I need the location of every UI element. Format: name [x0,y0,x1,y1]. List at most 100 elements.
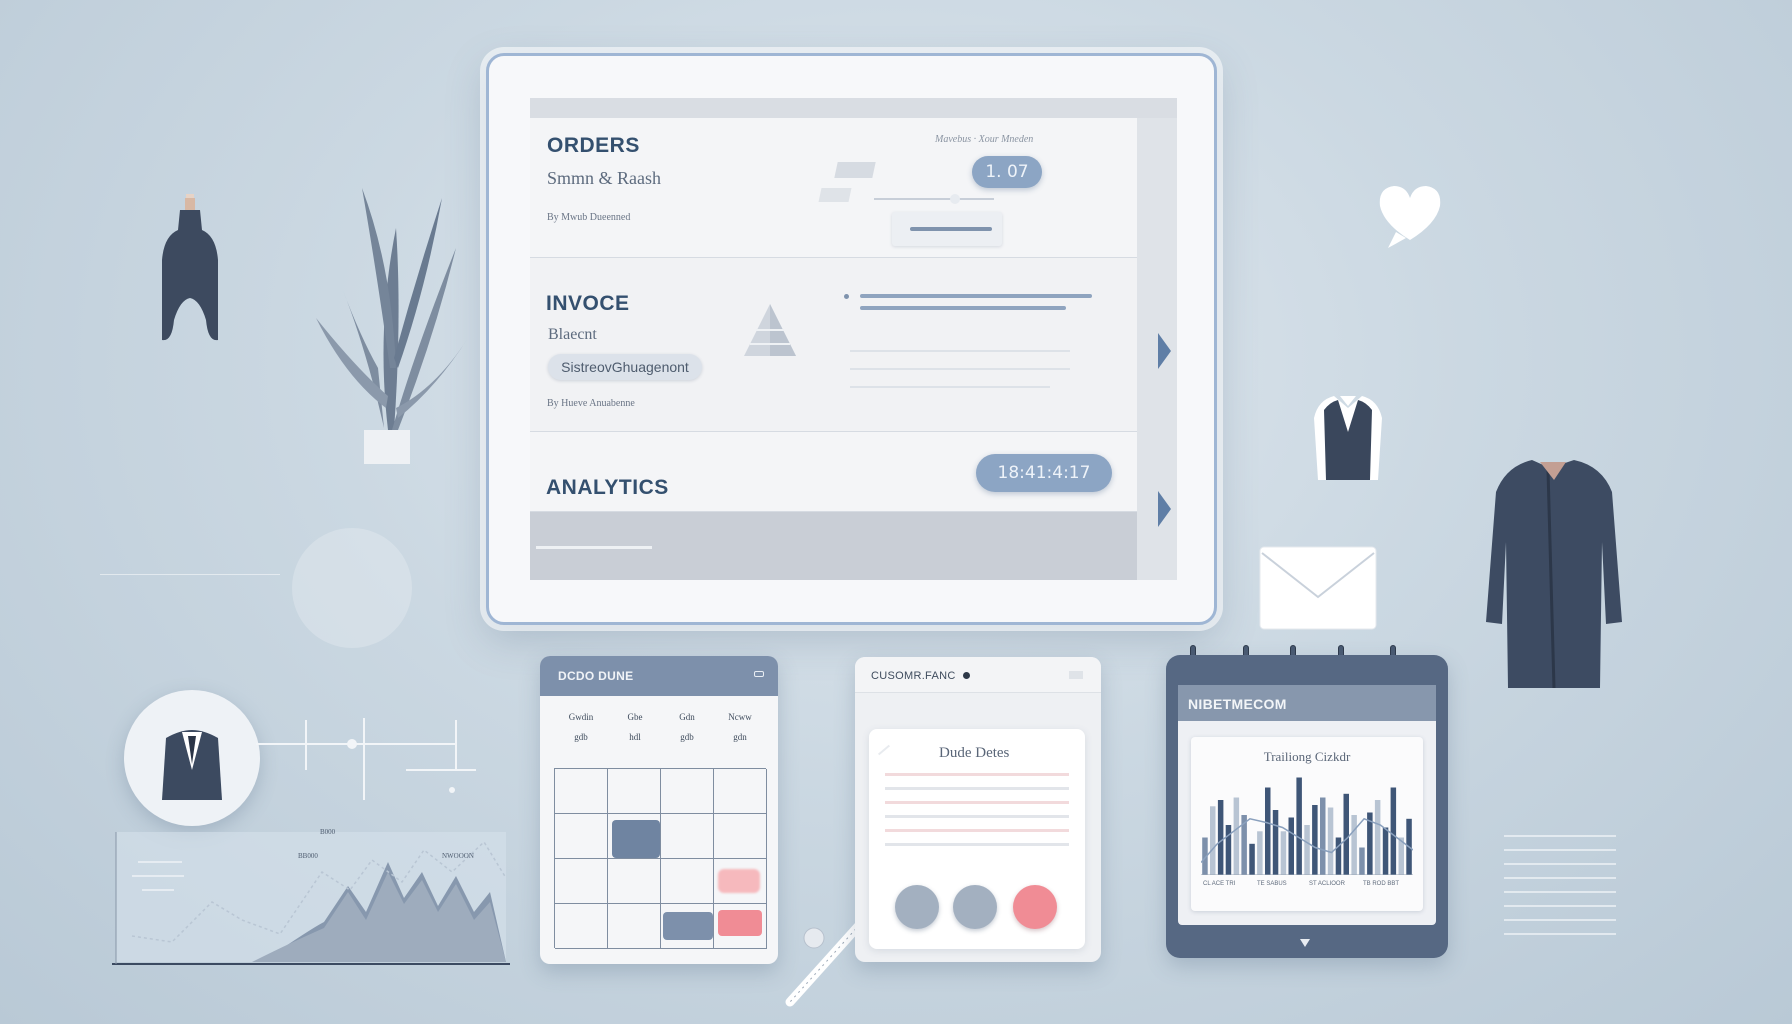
axis-label: CL ACE TRI [1203,881,1236,887]
invoice-tag[interactable]: SistreovGhuagenont [548,354,702,380]
action-button-2[interactable] [953,885,997,929]
calendar-card[interactable]: DCDO DUNE Gwdin Gbe Gdn Ncww gdb hdl gdb… [540,656,778,964]
chart-bar [1320,797,1326,875]
calendar-event[interactable] [663,912,713,940]
calendar-cell[interactable] [608,769,661,814]
chart-bar [1280,831,1287,875]
pencil-icon [877,744,891,756]
coat-icon [1486,460,1622,689]
chart-bar [1233,797,1240,875]
report-title: NIBETMECOM [1188,696,1287,712]
bottle-icon [162,194,218,341]
day-label: Gdn [679,712,695,722]
chart-bar [1217,800,1224,875]
calendar-cell[interactable] [714,769,767,814]
calendar-event-pink[interactable] [718,869,760,893]
calendar-cell[interactable] [608,814,661,859]
calendar-cell[interactable] [555,904,608,949]
orders-mini-card[interactable] [892,212,1002,246]
analytics-title: ANALYTICS [546,476,669,499]
chevron-down-icon[interactable] [1300,939,1310,947]
chart-bar [1296,777,1302,875]
chart-bar [1304,825,1310,875]
calendar-cell[interactable] [608,859,661,904]
chart-bar [1374,800,1381,875]
chart-bar [1327,807,1334,875]
chart-bar [1225,825,1232,875]
invoice-line-2 [850,368,1070,370]
calendar-cell[interactable] [714,859,767,904]
chart-bar [1249,843,1255,875]
axis-label: TE SABUS [1257,881,1287,887]
report-panel: NIBETMECOM Trailiong Cizkdr CL ACE TRI T… [1178,685,1436,925]
calendar-event-pink[interactable] [718,910,762,936]
invoice-panel[interactable]: INVOCE Blaecnt SistreovGhuagenont By Hue… [530,258,1137,432]
orders-slider-track [874,198,994,200]
detail-line [885,815,1069,818]
calendar-cell[interactable] [661,904,714,949]
chart-bar [1359,847,1365,875]
day-value: gdb [574,732,588,742]
calendar-cell[interactable] [714,814,767,859]
calendar-cell[interactable] [661,814,714,859]
orders-panel[interactable]: ORDERS Smmn & Raash By Mwub Dueenned Mav… [530,118,1137,258]
text-lines [1504,835,1616,935]
orders-count-pill[interactable]: 1. 07 [972,156,1042,188]
calendar-event[interactable] [612,820,660,858]
detail-line [885,787,1069,790]
customer-detail-panel: Dude Detes [869,729,1085,949]
detail-line [885,843,1069,846]
calendar-card-menu[interactable] [754,671,764,677]
calendar-grid[interactable] [554,768,767,949]
orders-shape-1 [834,162,876,178]
chart-bar [1351,815,1357,875]
connector-lines [256,718,476,800]
mountain-label-2: BB000 [298,852,318,860]
mountain-label-3: NWOOON [442,852,474,860]
action-button-1[interactable] [895,885,939,929]
heart-chat-icon [1379,186,1441,248]
suit-avatar [124,690,260,826]
customer-card[interactable]: CUSOMR.FANC Dude Detes [855,657,1101,962]
chart-bar [1312,805,1318,875]
envelope-icon [1259,546,1377,630]
plant-icon [316,188,468,464]
calendar-cell[interactable] [608,904,661,949]
calendar-cell[interactable] [661,859,714,904]
tablet-device: ORDERS Smmn & Raash By Mwub Dueenned Mav… [486,53,1217,625]
day-label: Gbe [627,712,643,722]
calendar-cell[interactable] [555,814,608,859]
customer-detail-title: Dude Detes [939,745,1010,761]
calendar-cell[interactable] [714,904,767,949]
report-chart-box: Trailiong Cizkdr CL ACE TRI TE SABUS ST … [1191,737,1423,911]
vest-icon [1314,396,1382,480]
half-circle-shape [292,528,412,648]
analytics-footer-line [536,546,652,549]
chevron-right-icon[interactable] [1158,491,1171,527]
chart-bar [1265,787,1271,875]
day-value: hdl [629,732,641,742]
calendar-cell[interactable] [555,769,608,814]
chart-bar [1210,806,1216,875]
orders-shape-2 [818,188,852,202]
day-label: Ncww [728,712,752,722]
customer-card-menu[interactable] [1069,671,1083,679]
analytics-panel[interactable]: ANALYTICS 18:41:4:17 [530,432,1137,512]
status-dot [963,672,970,679]
calendar-cell[interactable] [555,859,608,904]
orders-slider-knob [950,194,960,204]
orders-title: ORDERS [547,134,640,157]
detail-line [885,801,1069,804]
chart-bar [1382,827,1389,875]
invoice-bar-1 [860,294,1092,298]
action-button-3[interactable] [1013,885,1057,929]
calendar-cell[interactable] [661,769,714,814]
analytics-time-pill[interactable]: 18:41:4:17 [976,454,1112,492]
axis-label: TB ROD BBT [1363,881,1400,887]
faint-divider [100,574,280,575]
report-card[interactable]: NIBETMECOM Trailiong Cizkdr CL ACE TRI T… [1166,655,1448,958]
chart-bar [1257,831,1263,875]
chevron-right-icon[interactable] [1158,333,1171,369]
axis-label: ST ACLIOOR [1309,881,1345,887]
chart-bar [1335,837,1342,875]
